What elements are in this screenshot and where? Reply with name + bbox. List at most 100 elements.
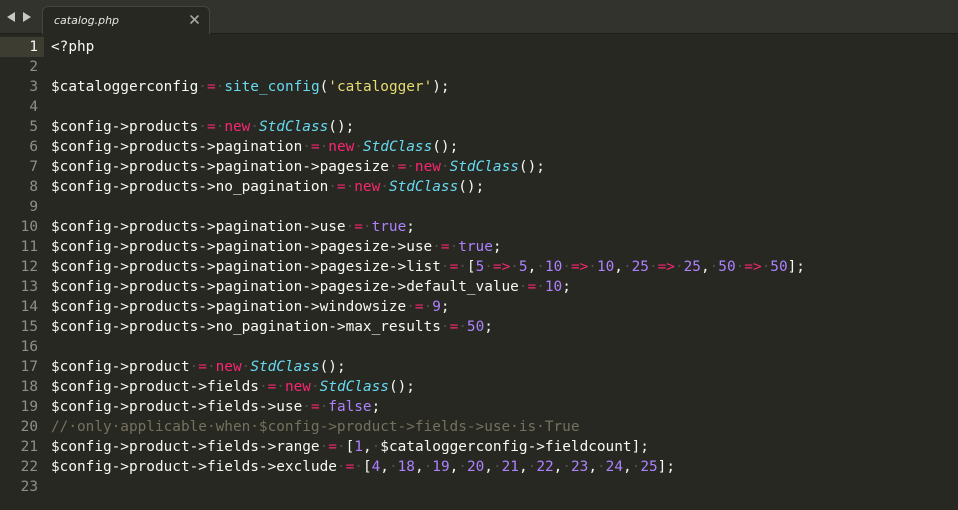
code-token-var: $config->products->pagination bbox=[51, 139, 303, 155]
code-line[interactable]: 9 bbox=[0, 197, 958, 217]
code-token-num: 24 bbox=[605, 459, 623, 475]
code-line[interactable]: 18 $config->product->fields·=·new·StdClas… bbox=[0, 377, 958, 397]
code-line[interactable]: 15 $config->products->no_pagination->max_… bbox=[0, 317, 958, 337]
code-line[interactable]: 6 $config->products->pagination·=·new·Std… bbox=[0, 137, 958, 157]
line-number: 2 bbox=[29, 59, 38, 75]
code-token-ws: · bbox=[406, 299, 415, 315]
triangle-left-icon[interactable] bbox=[6, 11, 16, 23]
code-text: $config->products->pagination->pagesize-… bbox=[51, 237, 502, 257]
line-number: 11 bbox=[20, 239, 38, 255]
code-token-ws: · bbox=[328, 179, 337, 195]
code-token-punct: (); bbox=[518, 159, 545, 175]
tab-label: catalog.php bbox=[54, 14, 120, 27]
triangle-right-icon[interactable] bbox=[22, 11, 32, 23]
code-token-var: $cataloggerconfig bbox=[51, 79, 199, 95]
code-token-ws: · bbox=[302, 399, 311, 415]
line-number: 9 bbox=[29, 199, 38, 215]
code-token-punct: , bbox=[449, 459, 459, 475]
code-line[interactable]: 21 $config->product->fields->range·=·[1,·… bbox=[0, 437, 958, 457]
code-token-num: 22 bbox=[536, 459, 554, 475]
code-token-ws: · bbox=[319, 399, 329, 415]
code-token-ws: · bbox=[440, 319, 450, 335]
code-token-ws: · bbox=[215, 119, 225, 135]
code-token-punct: (); bbox=[328, 119, 355, 135]
code-token-const: false bbox=[328, 399, 372, 415]
code-text: $config->product->fields->range·=·[1,·$c… bbox=[51, 437, 649, 457]
code-token-ws: · bbox=[354, 139, 363, 155]
line-number: 18 bbox=[20, 379, 38, 395]
code-token-ws: · bbox=[406, 159, 415, 175]
code-token-const: true bbox=[371, 219, 407, 235]
code-line[interactable]: 23 bbox=[0, 477, 958, 497]
code-token-punct: (); bbox=[388, 379, 415, 395]
code-line[interactable]: 16 bbox=[0, 337, 958, 357]
code-line[interactable]: 3 $cataloggerconfig·=·site_config('catalo… bbox=[0, 77, 958, 97]
code-token-num: 25 bbox=[683, 259, 701, 275]
code-token-ws: · bbox=[423, 459, 433, 475]
line-number: 10 bbox=[20, 219, 38, 235]
code-line[interactable]: 8 $config->products->no_pagination·=·new·… bbox=[0, 177, 958, 197]
tab-bar: catalog.php bbox=[0, 0, 958, 34]
code-token-var: $config->products->pagination->pagesize-… bbox=[51, 279, 519, 295]
code-token-ws: · bbox=[423, 299, 433, 315]
code-text: $config->products->no_pagination->max_re… bbox=[51, 317, 493, 337]
code-token-punct: , bbox=[614, 259, 623, 275]
code-line[interactable]: 2 bbox=[0, 57, 958, 77]
code-token-class: StdClass bbox=[388, 179, 459, 195]
code-token-op: = bbox=[267, 379, 277, 395]
line-number: 3 bbox=[29, 79, 38, 95]
line-number: 7 bbox=[29, 159, 38, 175]
code-token-ws: · bbox=[258, 379, 268, 395]
code-text: <?php bbox=[51, 37, 94, 57]
code-token-kw: new bbox=[328, 139, 355, 155]
code-token-ws: · bbox=[388, 459, 398, 475]
code-token-ws: · bbox=[241, 359, 251, 375]
code-line[interactable]: 14 $config->products->pagination->windows… bbox=[0, 297, 958, 317]
code-token-ws: · bbox=[458, 259, 467, 275]
code-editor[interactable]: 1 <?php 2 3 $cataloggerconfig·=·site_config(… bbox=[0, 35, 958, 510]
line-number: 13 bbox=[20, 279, 38, 295]
code-token-num: 20 bbox=[466, 459, 485, 475]
code-token-ws: · bbox=[674, 259, 684, 275]
code-token-op: = bbox=[310, 139, 320, 155]
code-text: $config->products->pagination->pagesize·… bbox=[51, 157, 545, 177]
code-token-var: $config->products->pagination->pagesize-… bbox=[51, 259, 441, 275]
code-token-punct: ; bbox=[492, 239, 502, 255]
code-token-var: $config->product bbox=[51, 359, 190, 375]
code-token-punct: , bbox=[362, 439, 372, 455]
code-token-op: = bbox=[440, 239, 450, 255]
code-token-var: $config->products->no_pagination->max_re… bbox=[51, 319, 441, 335]
code-line[interactable]: 1 <?php bbox=[0, 37, 958, 57]
code-line[interactable]: 17 $config->product·=·new·StdClass(); bbox=[0, 357, 958, 377]
tab-catalog-php[interactable]: catalog.php bbox=[42, 6, 210, 34]
code-token-punct: , bbox=[527, 259, 537, 275]
code-token-op: = bbox=[414, 299, 424, 315]
code-line[interactable]: 4 bbox=[0, 97, 958, 117]
code-token-ws: · bbox=[345, 219, 355, 235]
line-number: 22 bbox=[20, 459, 38, 475]
line-number: 17 bbox=[20, 359, 38, 375]
close-icon[interactable] bbox=[189, 14, 200, 25]
code-line[interactable]: 12 $config->products->pagination->pagesiz… bbox=[0, 257, 958, 277]
code-token-ws: · bbox=[362, 219, 372, 235]
code-line[interactable]: 11 $config->products->pagination->pagesiz… bbox=[0, 237, 958, 257]
code-token-ws: · bbox=[735, 259, 745, 275]
code-line[interactable]: 10 $config->products->pagination->use·=·t… bbox=[0, 217, 958, 237]
code-token-kw: new bbox=[215, 359, 242, 375]
code-token-class: StdClass bbox=[258, 119, 329, 135]
code-line[interactable]: 20 //·only·applicable·when·$config->produ… bbox=[0, 417, 958, 437]
code-text: $config->products->pagination->use·=·tru… bbox=[51, 217, 415, 237]
code-line[interactable]: 19 $config->product->fields->use·=·false; bbox=[0, 397, 958, 417]
code-token-punct: [ bbox=[466, 259, 476, 275]
line-number: 19 bbox=[20, 399, 38, 415]
code-line[interactable]: 5 $config->products·=·new·StdClass(); bbox=[0, 117, 958, 137]
code-text: $config->products->pagination·=·new·StdC… bbox=[51, 137, 458, 157]
code-text: $cataloggerconfig·=·site_config('catalog… bbox=[51, 77, 450, 97]
code-token-punct: , bbox=[622, 459, 632, 475]
tab-navigation bbox=[6, 9, 32, 25]
code-token-num: 19 bbox=[432, 459, 450, 475]
code-line[interactable]: 22 $config->product->fields->exclude·=·[4… bbox=[0, 457, 958, 477]
code-token-kw: new bbox=[284, 379, 311, 395]
code-line[interactable]: 13 $config->products->pagination->pagesiz… bbox=[0, 277, 958, 297]
code-line[interactable]: 7 $config->products->pagination->pagesize… bbox=[0, 157, 958, 177]
